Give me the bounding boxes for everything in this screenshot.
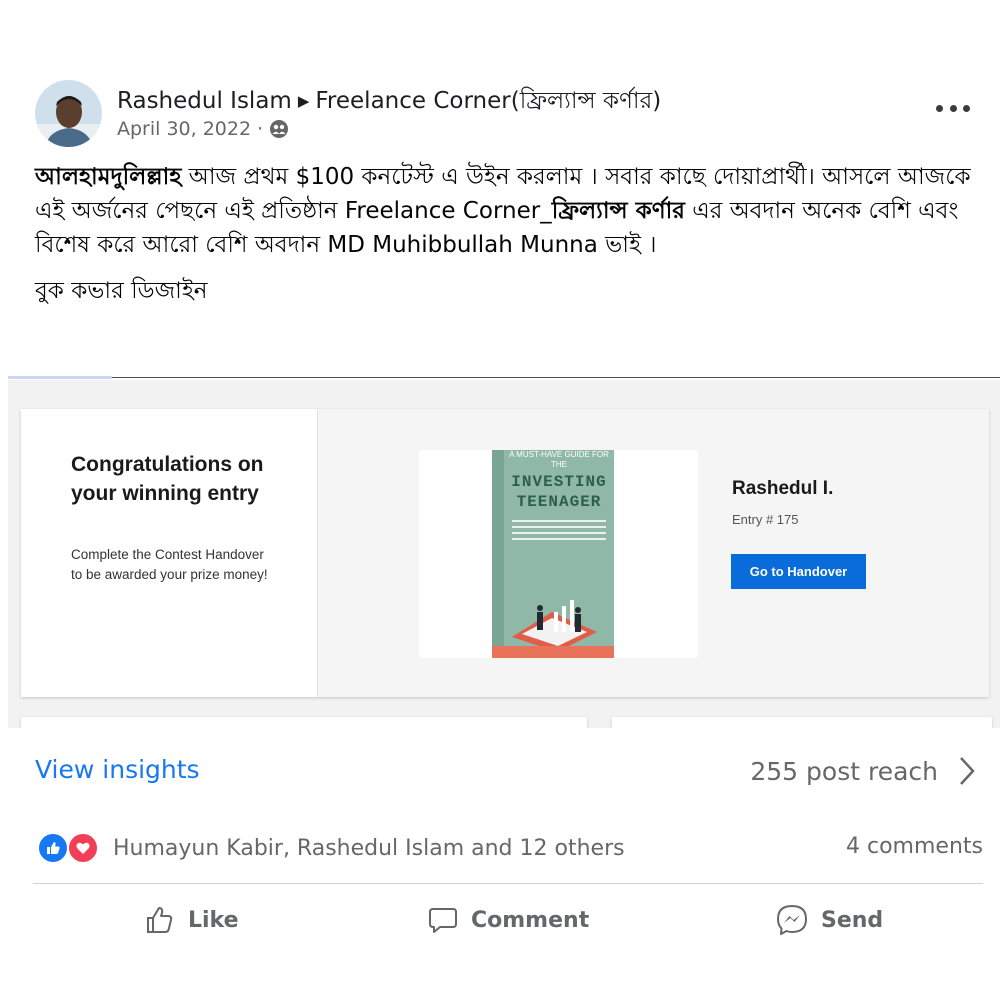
like-reaction-icon xyxy=(37,832,69,864)
post-paragraph: বুক কভার ডিজাইন xyxy=(35,278,208,304)
more-options-icon[interactable] xyxy=(936,96,970,120)
congrats-subtitle: Complete the Contest Handover to be awar… xyxy=(71,547,268,582)
post-actions: Like Comment Send xyxy=(0,895,1000,945)
book-cover: A MUST-HAVE GUIDE FOR THE INVESTING TEEN… xyxy=(492,450,614,658)
congrats-panel: Congratulations on your winning entry Co… xyxy=(21,409,318,697)
thumbs-up-icon xyxy=(147,907,173,933)
secondary-card xyxy=(612,717,992,728)
more-dot xyxy=(936,104,943,112)
media-divider-accent xyxy=(8,376,112,379)
book-illustration xyxy=(512,600,597,652)
chevron-right-icon xyxy=(960,757,975,785)
book-title: INVESTING TEENAGER xyxy=(511,473,607,511)
post-paragraph: আলহামদুলিল্লাহ আজ প্রথম $100 কনটেস্ট এ উ… xyxy=(35,160,975,262)
media-divider xyxy=(8,377,1000,378)
like-label: Like xyxy=(188,907,239,933)
book-tagline: A MUST-HAVE GUIDE FOR THE xyxy=(509,450,609,469)
author-line: Rashedul Islam ▶ Freelance Corner(ফ্রিল্যা… xyxy=(117,82,661,121)
more-dot xyxy=(963,104,970,112)
entry-thumbnail: A MUST-HAVE GUIDE FOR THE INVESTING TEEN… xyxy=(419,450,698,658)
group-name[interactable]: Freelance Corner(ফ্রিল্যান্স কর্ণার) xyxy=(315,88,661,114)
reaction-icons xyxy=(37,832,103,864)
secondary-card xyxy=(21,717,587,728)
like-button[interactable]: Like xyxy=(144,895,239,945)
post-body: আলহামদুলিল্লাহ আজ প্রথম $100 কনটেস্ট এ উ… xyxy=(35,160,975,308)
view-insights-link[interactable]: View insights xyxy=(35,755,200,784)
congrats-title: Congratulations on your winning entry xyxy=(71,453,264,505)
post-meta: April 30, 2022 · xyxy=(117,118,289,140)
entry-panel: A MUST-HAVE GUIDE FOR THE INVESTING TEEN… xyxy=(318,409,989,697)
group-audience-icon xyxy=(270,120,289,138)
send-label: Send xyxy=(821,907,884,933)
more-dot xyxy=(949,104,957,112)
contest-winner-card: Congratulations on your winning entry Co… xyxy=(21,409,989,697)
comments-count[interactable]: 4 comments xyxy=(846,834,983,859)
share-arrow-icon: ▶ xyxy=(297,92,310,110)
comment-icon xyxy=(429,908,457,933)
post-bold-text: আলহামদুলিল্লাহ xyxy=(35,164,182,190)
reactors-text: Humayun Kabir, Rashedul Islam and 12 oth… xyxy=(113,835,625,861)
book-subtitle-lines xyxy=(512,520,606,544)
comment-button[interactable]: Comment xyxy=(427,895,589,945)
messenger-icon xyxy=(777,905,807,935)
love-reaction-icon xyxy=(67,832,99,864)
post-date[interactable]: April 30, 2022 xyxy=(117,118,251,140)
reactions-summary[interactable]: Humayun Kabir, Rashedul Islam and 12 oth… xyxy=(37,832,625,864)
post-reach[interactable]: 255 post reach xyxy=(750,755,976,787)
send-button[interactable]: Send xyxy=(775,895,883,945)
post-header: Rashedul Islam ▶ Freelance Corner(ফ্রিল্যা… xyxy=(0,0,1000,160)
go-to-handover-button[interactable]: Go to Handover xyxy=(731,554,866,589)
book-bottom-band xyxy=(492,646,614,658)
post-bold-link[interactable]: ফ্রিল্যান্স কর্ণার xyxy=(552,198,685,224)
author-avatar[interactable] xyxy=(35,80,102,147)
comment-label: Comment xyxy=(471,907,590,933)
post-image[interactable]: Congratulations on your winning entry Co… xyxy=(8,380,1000,728)
entry-number: Entry # 175 xyxy=(732,512,799,527)
winner-name: Rashedul I. xyxy=(732,478,834,499)
post-reach-label: 255 post reach xyxy=(750,756,938,786)
actions-divider xyxy=(33,883,983,884)
author-name[interactable]: Rashedul Islam xyxy=(117,88,292,114)
meta-separator: · xyxy=(257,118,264,140)
